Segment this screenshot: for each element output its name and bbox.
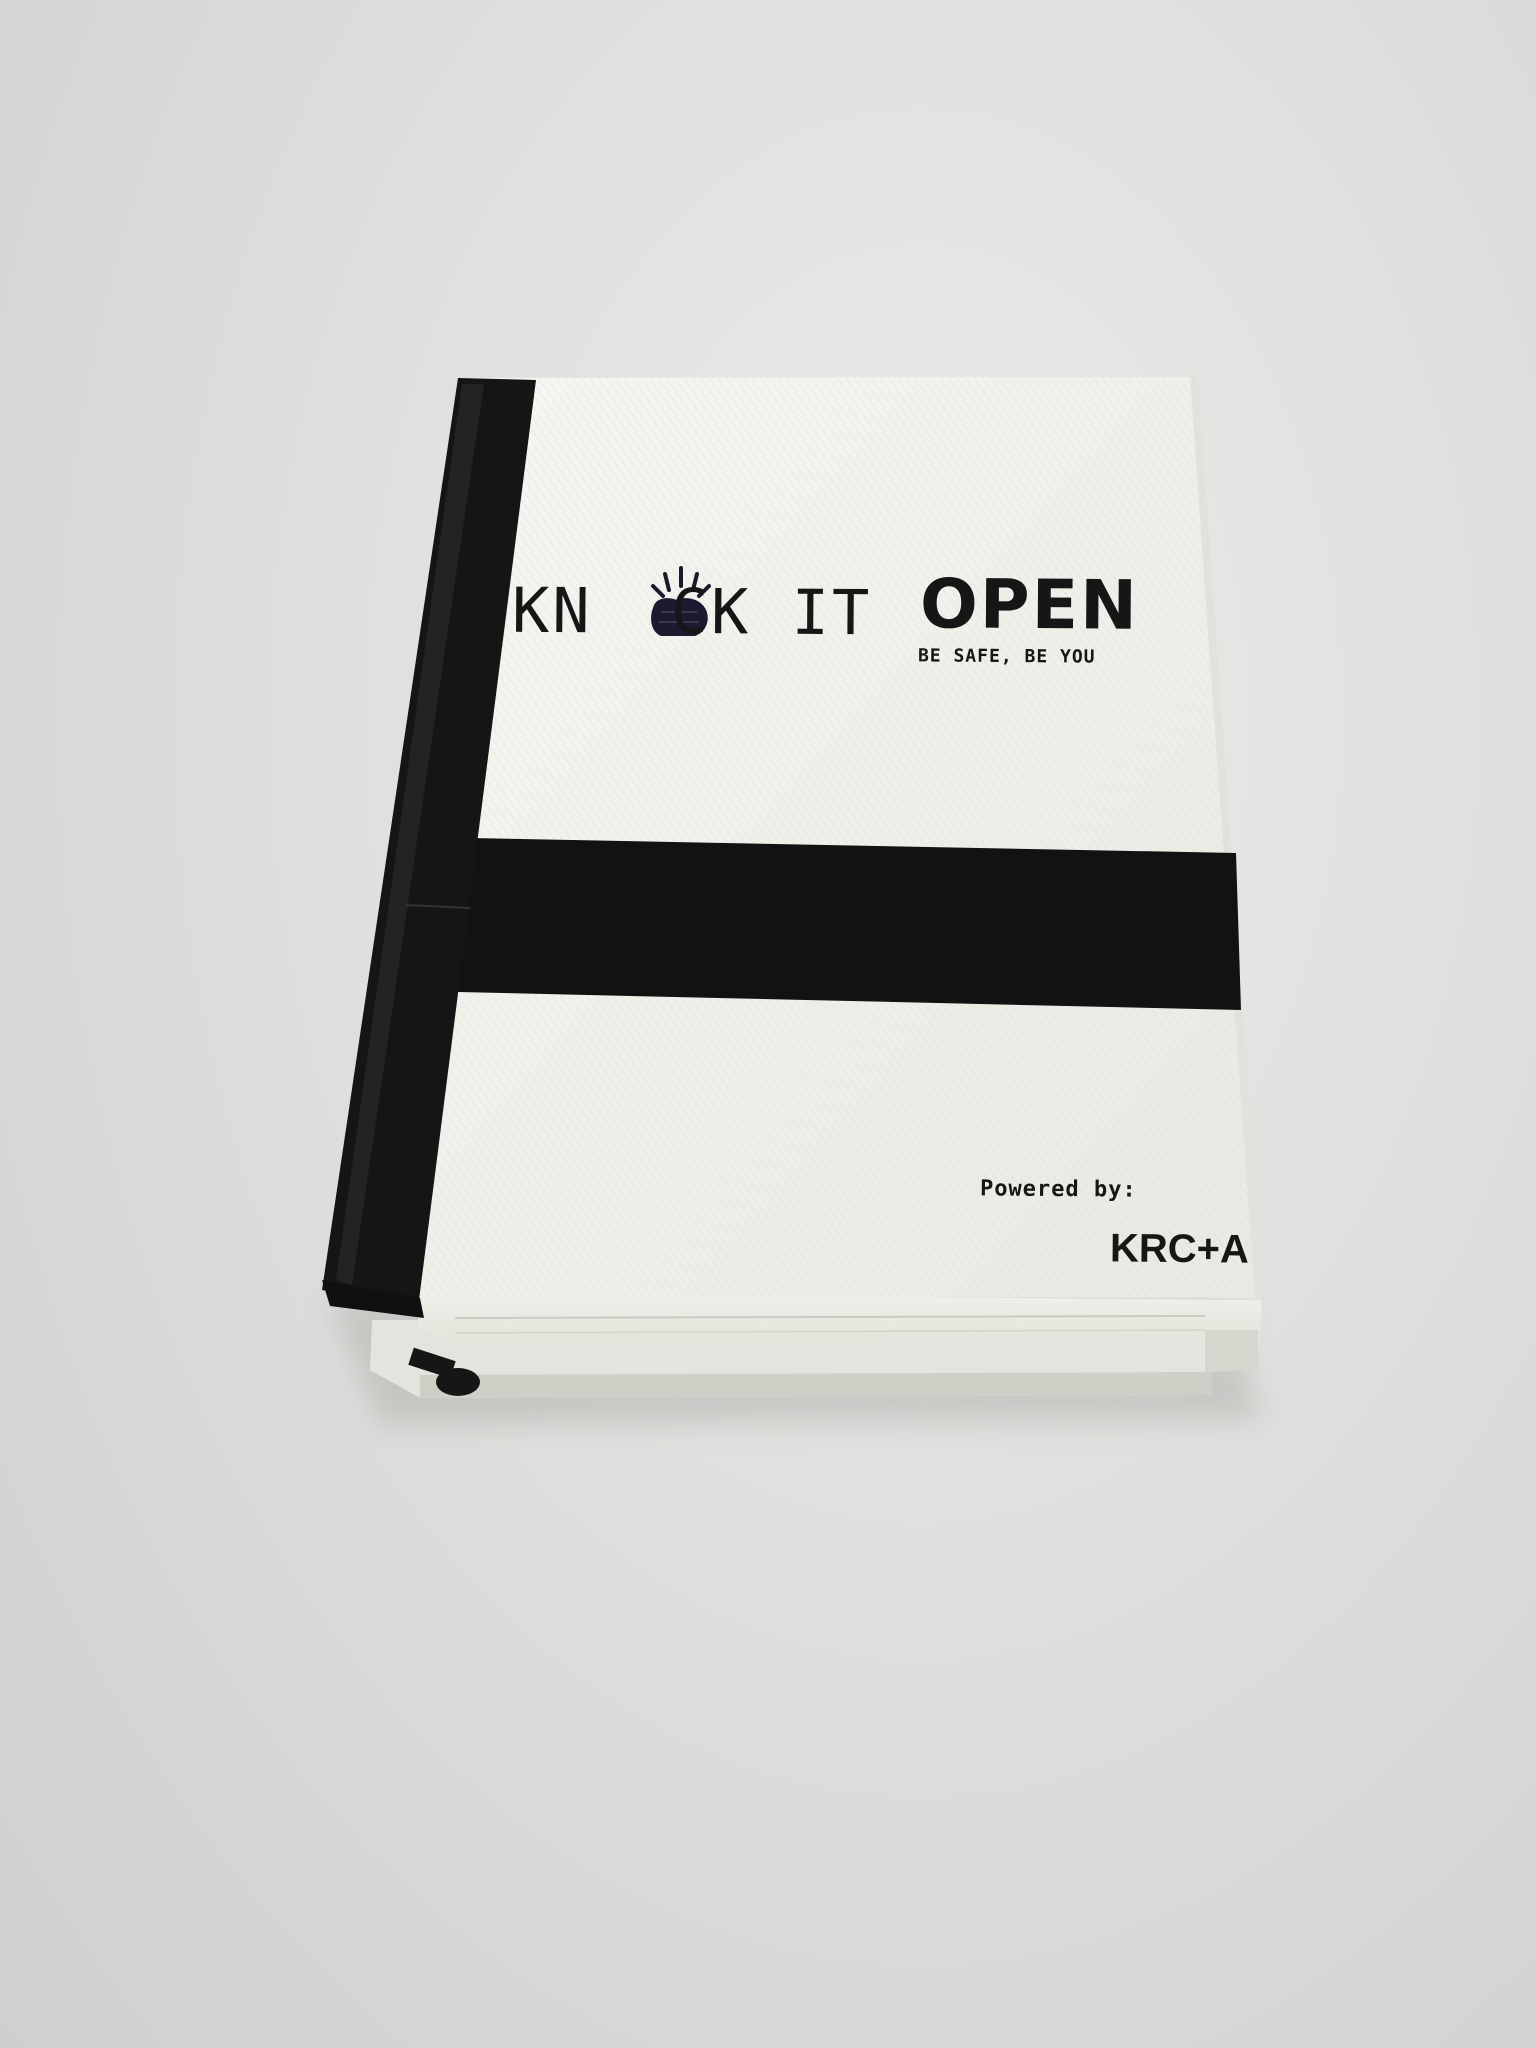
- cover-title-left: KN: [511, 573, 593, 648]
- cover-black-band: [458, 838, 1241, 1010]
- page-block-step: [1205, 1330, 1258, 1372]
- cover-credit-label: Powered by:: [979, 1176, 1137, 1203]
- cover-tagline: BE SAFE, BE YOU: [917, 645, 1096, 668]
- photo-scene: [322, 372, 1262, 1425]
- base-tray-edge: [420, 1372, 1212, 1398]
- cover-title-open: OPEN: [919, 565, 1140, 646]
- cover-title-knock: KN CK IT: [512, 574, 873, 650]
- cover-credit-name: KRC+A: [1109, 1226, 1250, 1272]
- cover-title-middle: CK IT: [670, 574, 873, 650]
